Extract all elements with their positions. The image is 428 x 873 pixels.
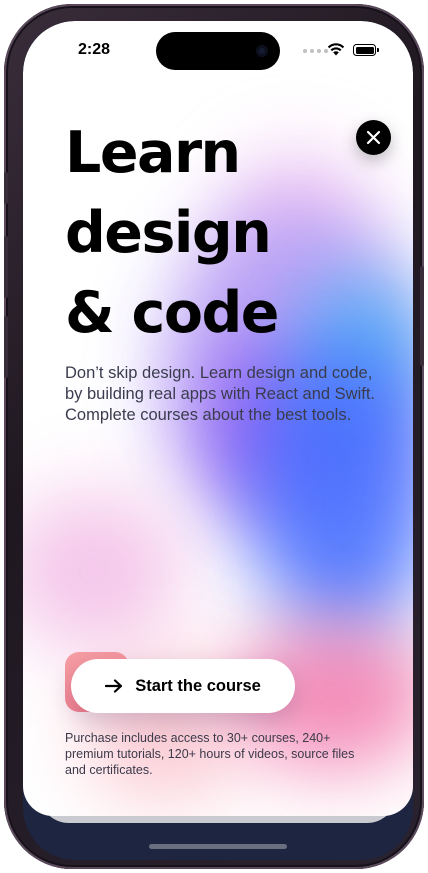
home-indicator[interactable] xyxy=(149,844,287,849)
status-bar: 2:28 xyxy=(23,21,413,79)
start-course-button[interactable]: Start the course xyxy=(71,659,295,713)
title-line-3: & code xyxy=(65,280,279,346)
close-icon xyxy=(366,130,381,145)
cellular-signal-icon xyxy=(303,49,328,53)
close-button[interactable] xyxy=(356,120,391,155)
page-title: Learn design & code xyxy=(65,113,345,353)
volume-up-button xyxy=(4,236,8,298)
course-description: Don’t skip design. Learn design and code… xyxy=(65,364,376,424)
power-button xyxy=(420,266,424,366)
dynamic-island xyxy=(156,32,280,70)
course-sheet: 2:28 Learn design & code Don’t skip desi… xyxy=(23,21,413,816)
volume-down-button xyxy=(4,316,8,378)
battery-icon xyxy=(353,44,379,56)
title-line-2: design xyxy=(65,200,272,266)
start-course-label: Start the course xyxy=(135,676,261,695)
wifi-icon xyxy=(327,43,345,56)
phone-frame: 2:28 Learn design & code Don’t skip desi… xyxy=(4,4,424,869)
action-button xyxy=(4,172,8,204)
title-line-1: Learn xyxy=(65,120,241,186)
purchase-fineprint: Purchase includes access to 30+ courses,… xyxy=(65,731,355,777)
screen: 2:28 Learn design & code Don’t skip desi… xyxy=(23,21,413,860)
arrow-right-icon xyxy=(105,679,123,693)
status-time: 2:28 xyxy=(78,41,111,58)
camera-icon xyxy=(256,45,268,57)
